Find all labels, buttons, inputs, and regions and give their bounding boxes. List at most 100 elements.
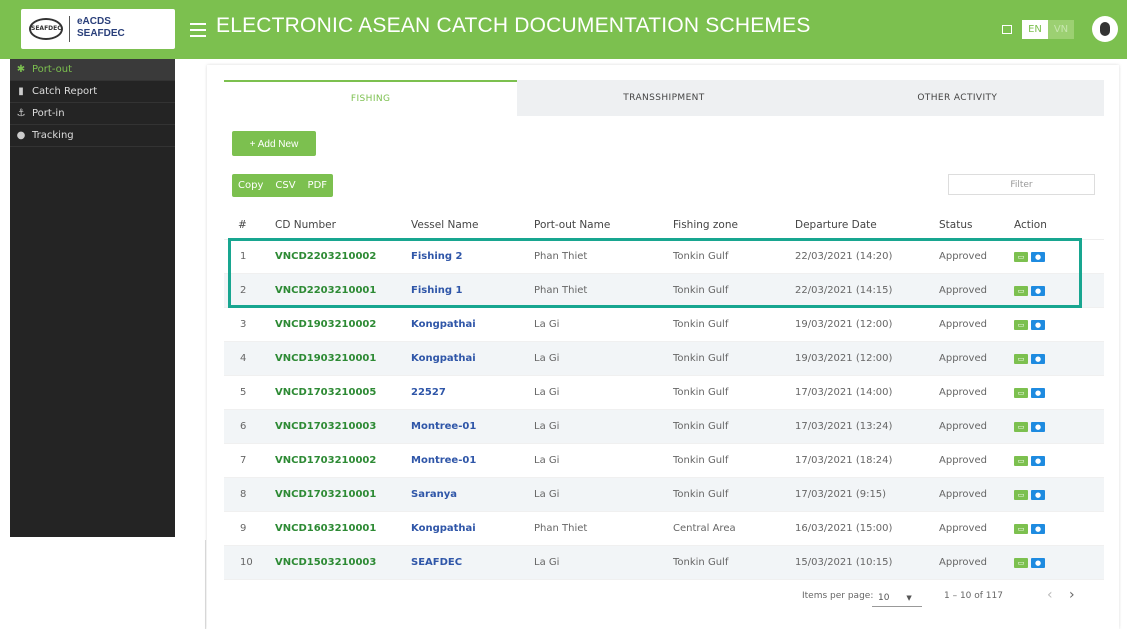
lang-en-button[interactable]: EN: [1022, 20, 1048, 39]
table-row[interactable]: 3 VNCD1903210002 Kongpathai La Gi Tonkin…: [224, 307, 1104, 342]
status-text: Approved: [939, 477, 1014, 512]
row-actions: ▭ ●: [1014, 477, 1104, 512]
print-icon[interactable]: ▭: [1014, 353, 1028, 364]
csv-button[interactable]: CSV: [269, 174, 301, 197]
print-icon[interactable]: ▭: [1014, 319, 1028, 330]
vessel-name[interactable]: Kongpathai: [411, 511, 534, 546]
departure-date: 15/03/2021 (10:15): [795, 545, 939, 580]
departure-date: 19/03/2021 (12:00): [795, 307, 939, 342]
table-row[interactable]: 1 VNCD2203210002 Fishing 2 Phan Thiet To…: [224, 239, 1104, 274]
row-index: 10: [224, 545, 275, 580]
row-actions: ▭ ●: [1014, 375, 1104, 410]
row-index: 4: [224, 341, 275, 376]
vessel-name[interactable]: Fishing 1: [411, 273, 534, 308]
tab-fishing[interactable]: FISHING: [224, 80, 518, 116]
view-icon[interactable]: ●: [1031, 489, 1045, 500]
cd-number[interactable]: VNCD2203210002: [275, 239, 411, 274]
filter-input[interactable]: [948, 174, 1095, 195]
status-text: Approved: [939, 239, 1014, 274]
vessel-name[interactable]: Kongpathai: [411, 307, 534, 342]
logo-divider: [69, 16, 70, 42]
col-header-cd-number[interactable]: CD Number: [275, 211, 411, 240]
tab-transshipment[interactable]: TRANSSHIPMENT: [517, 80, 810, 116]
items-per-page-value: 10: [878, 593, 890, 603]
catch-documents-table: # CD Number Vessel Name Port-out Name Fi…: [224, 211, 1104, 580]
cd-number[interactable]: VNCD1603210001: [275, 511, 411, 546]
row-actions: ▭ ●: [1014, 341, 1104, 376]
vessel-name[interactable]: SEAFDEC: [411, 545, 534, 580]
table-row[interactable]: 8 VNCD1703210001 Saranya La Gi Tonkin Gu…: [224, 477, 1104, 512]
table-row[interactable]: 7 VNCD1703210002 Montree-01 La Gi Tonkin…: [224, 443, 1104, 478]
print-icon[interactable]: ▭: [1014, 455, 1028, 466]
table-row[interactable]: 4 VNCD1903210001 Kongpathai La Gi Tonkin…: [224, 341, 1104, 376]
table-row[interactable]: 6 VNCD1703210003 Montree-01 La Gi Tonkin…: [224, 409, 1104, 444]
view-icon[interactable]: ●: [1031, 285, 1045, 296]
print-icon[interactable]: ▭: [1014, 251, 1028, 262]
sidebar-item-label: Tracking: [32, 130, 74, 141]
view-icon[interactable]: ●: [1031, 251, 1045, 262]
col-header-status[interactable]: Status: [939, 211, 1014, 240]
sidebar-item-port-out[interactable]: ✱ Port-out: [10, 59, 175, 81]
col-header-index[interactable]: #: [224, 211, 275, 240]
sidebar-item-catch-report[interactable]: ▮ Catch Report: [10, 81, 175, 103]
status-text: Approved: [939, 375, 1014, 410]
table-row[interactable]: 9 VNCD1603210001 Kongpathai Phan Thiet C…: [224, 511, 1104, 546]
vessel-name[interactable]: 22527: [411, 375, 534, 410]
view-icon[interactable]: ●: [1031, 557, 1045, 568]
cd-number[interactable]: VNCD1703210005: [275, 375, 411, 410]
prev-page-icon[interactable]: ‹: [1047, 587, 1053, 603]
print-icon[interactable]: ▭: [1014, 421, 1028, 432]
anchor-icon: ⚓: [16, 108, 26, 119]
cd-number[interactable]: VNCD1503210003: [275, 545, 411, 580]
table-row[interactable]: 10 VNCD1503210003 SEAFDEC La Gi Tonkin G…: [224, 545, 1104, 580]
table-header-row: # CD Number Vessel Name Port-out Name Fi…: [224, 211, 1104, 240]
table-row[interactable]: 5 VNCD1703210005 22527 La Gi Tonkin Gulf…: [224, 375, 1104, 410]
cd-number[interactable]: VNCD2203210001: [275, 273, 411, 308]
cd-number[interactable]: VNCD1703210001: [275, 477, 411, 512]
copy-button[interactable]: Copy: [232, 174, 269, 197]
app-title: ELECTRONIC ASEAN CATCH DOCUMENTATION SCH…: [216, 14, 811, 37]
view-icon[interactable]: ●: [1031, 387, 1045, 398]
print-icon[interactable]: ▭: [1014, 387, 1028, 398]
add-new-button[interactable]: + Add New: [232, 131, 316, 156]
print-icon[interactable]: ▭: [1014, 523, 1028, 534]
hamburger-menu-icon[interactable]: [190, 19, 206, 39]
table-row[interactable]: 2 VNCD2203210001 Fishing 1 Phan Thiet To…: [224, 273, 1104, 308]
pdf-button[interactable]: PDF: [302, 174, 333, 197]
vessel-name[interactable]: Montree-01: [411, 409, 534, 444]
vessel-name[interactable]: Kongpathai: [411, 341, 534, 376]
external-link-icon[interactable]: [1002, 25, 1012, 34]
vessel-name[interactable]: Saranya: [411, 477, 534, 512]
cd-number[interactable]: VNCD1903210002: [275, 307, 411, 342]
sidebar-item-tracking[interactable]: ● Tracking: [10, 125, 175, 147]
lang-vn-button[interactable]: VN: [1048, 20, 1074, 39]
tab-other-activity[interactable]: OTHER ACTIVITY: [811, 80, 1104, 116]
view-icon[interactable]: ●: [1031, 455, 1045, 466]
view-icon[interactable]: ●: [1031, 421, 1045, 432]
print-icon[interactable]: ▭: [1014, 557, 1028, 568]
col-header-departure-date[interactable]: Departure Date: [795, 211, 939, 240]
print-icon[interactable]: ▭: [1014, 285, 1028, 296]
view-icon[interactable]: ●: [1031, 523, 1045, 534]
departure-date: 22/03/2021 (14:15): [795, 273, 939, 308]
col-header-port-out-name[interactable]: Port-out Name: [534, 211, 673, 240]
cd-number[interactable]: VNCD1903210001: [275, 341, 411, 376]
port-out-name: La Gi: [534, 307, 673, 342]
col-header-vessel-name[interactable]: Vessel Name: [411, 211, 534, 240]
cd-number[interactable]: VNCD1703210002: [275, 443, 411, 478]
cd-number[interactable]: VNCD1703210003: [275, 409, 411, 444]
view-icon[interactable]: ●: [1031, 319, 1045, 330]
fishing-zone: Central Area: [673, 511, 795, 546]
next-page-icon[interactable]: ›: [1069, 587, 1075, 603]
items-per-page-select[interactable]: 10 ▼: [872, 589, 922, 607]
user-avatar-icon[interactable]: [1092, 16, 1118, 42]
app-logo[interactable]: SEAFDEC eACDS SEAFDEC: [21, 9, 175, 49]
col-header-fishing-zone[interactable]: Fishing zone: [673, 211, 795, 240]
app-header: SEAFDEC eACDS SEAFDEC ELECTRONIC ASEAN C…: [0, 0, 1127, 59]
sidebar-item-port-in[interactable]: ⚓ Port-in: [10, 103, 175, 125]
print-icon[interactable]: ▭: [1014, 489, 1028, 500]
status-text: Approved: [939, 307, 1014, 342]
vessel-name[interactable]: Fishing 2: [411, 239, 534, 274]
vessel-name[interactable]: Montree-01: [411, 443, 534, 478]
view-icon[interactable]: ●: [1031, 353, 1045, 364]
